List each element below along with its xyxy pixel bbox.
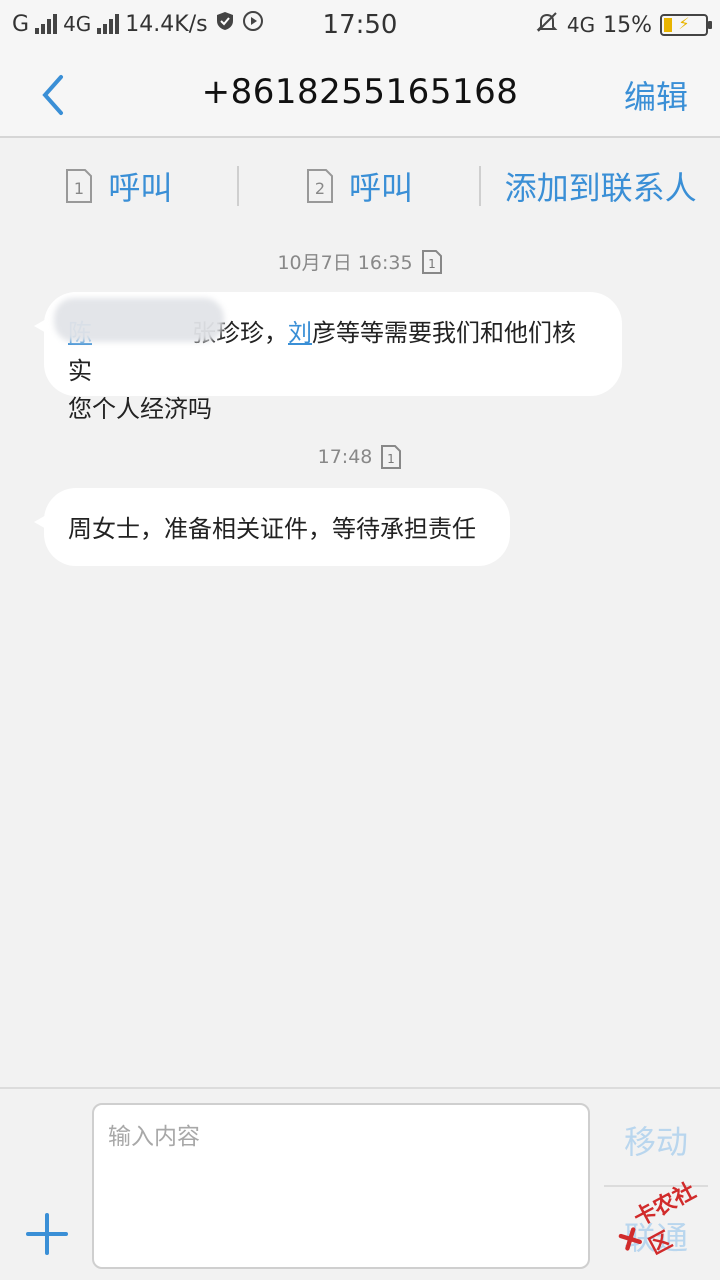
edit-button[interactable]: 编辑 [624, 72, 688, 118]
message-input[interactable] [92, 1103, 590, 1269]
sim-card-icon: 1 [381, 445, 402, 469]
add-attachment-button[interactable] [24, 1211, 70, 1257]
plus-icon [26, 1213, 68, 1255]
message-timestamp: 10月7日 16:35 1 [0, 248, 720, 275]
message-link[interactable]: 刘 [288, 319, 312, 347]
battery-percent: 15% [603, 12, 652, 38]
svg-text:1: 1 [74, 179, 84, 198]
call-sim2-label: 呼叫 [348, 169, 413, 207]
page-title: +8618255165168 [201, 72, 519, 112]
status-bar: G 4G 14.4K/s 17:50 4G 15% ⚡ [0, 0, 720, 52]
bell-off-icon [535, 10, 559, 40]
add-contact-button[interactable]: 添加到联系人 [481, 140, 720, 232]
call-sim2-button[interactable]: 2 呼叫 [239, 140, 480, 232]
sim-card-icon: 2 [305, 168, 335, 204]
battery-icon: ⚡ [660, 14, 712, 36]
redaction-mask [54, 298, 224, 342]
timestamp-text: 17:48 [317, 446, 373, 468]
timestamp-text: 10月7日 16:35 [277, 252, 413, 274]
message-bubble[interactable]: 陈张珍珍，刘彦等等需要我们和他们核实 您个人经济吗 [34, 292, 622, 423]
header: +8618255165168 编辑 [0, 52, 720, 138]
message-timestamp: 17:48 1 [0, 444, 720, 470]
svg-text:2: 2 [315, 179, 325, 198]
sim-card-icon: 1 [421, 249, 442, 274]
sim-card-icon: 1 [64, 168, 94, 204]
message-bubble[interactable]: 周女士，准备相关证件，等待承担责任 [34, 488, 510, 566]
status-right: 4G 15% ⚡ [535, 10, 712, 40]
screen: G 4G 14.4K/s 17:50 4G 15% ⚡ +86182551651… [0, 0, 720, 1280]
call-sim1-button[interactable]: 1 呼叫 [0, 140, 237, 232]
network2-label: 4G [566, 13, 596, 37]
composer: 移动 联通 [0, 1087, 720, 1280]
message-list[interactable]: 10月7日 16:35 1 陈张珍珍，刘彦等等需要我们和他们核实 您个人经济吗 … [0, 232, 720, 1087]
svg-text:1: 1 [428, 257, 436, 271]
action-bar: 1 呼叫 2 呼叫 添加到联系人 [0, 140, 720, 232]
call-sim1-label: 呼叫 [108, 169, 173, 207]
move-button[interactable]: 移动 [604, 1117, 708, 1163]
message-text: 周女士，准备相关证件，等待承担责任 [68, 515, 476, 543]
svg-text:1: 1 [388, 452, 396, 466]
